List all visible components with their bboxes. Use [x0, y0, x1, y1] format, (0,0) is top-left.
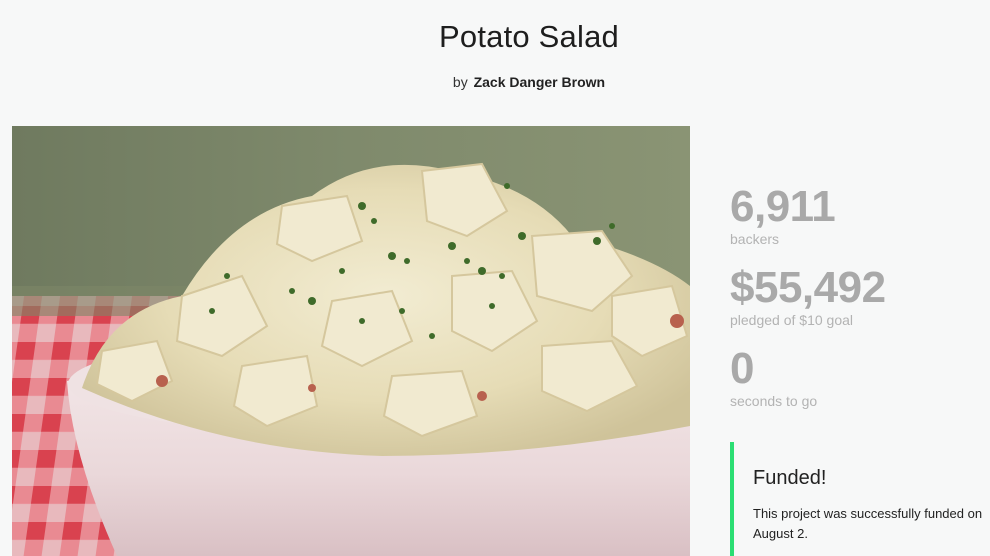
funded-message: This project was successfully funded on …: [753, 506, 983, 541]
potato-salad-photo: [12, 126, 690, 556]
byline: by Zack Danger Brown: [0, 74, 990, 90]
project-stats: 6,911 backers $55,492 pledged of $10 goa…: [730, 183, 990, 426]
backers-label: backers: [730, 231, 780, 247]
time-stat: 0 seconds to go: [730, 345, 990, 410]
project-page: Potato Salad by Zack Danger Brown 6,911 …: [0, 0, 990, 556]
project-title: Potato Salad: [439, 19, 619, 54]
pledged-label: pledged of $10 goal: [730, 312, 853, 328]
pledged-amount: $55,492: [730, 263, 886, 312]
pledged-stat: $55,492 pledged of $10 goal: [730, 264, 990, 329]
funded-title: Funded!: [753, 467, 827, 489]
time-label: seconds to go: [730, 393, 818, 409]
byline-prefix: by: [452, 74, 468, 90]
funded-notice: Funded! This project was successfully fu…: [730, 442, 990, 556]
creator-link[interactable]: Zack Danger Brown: [474, 74, 605, 90]
backers-stat: 6,911 backers: [730, 183, 990, 248]
project-video-image[interactable]: [12, 126, 690, 556]
backers-count: 6,911: [730, 182, 836, 231]
project-header: Potato Salad by Zack Danger Brown: [0, 18, 990, 90]
time-remaining: 0: [730, 344, 754, 393]
